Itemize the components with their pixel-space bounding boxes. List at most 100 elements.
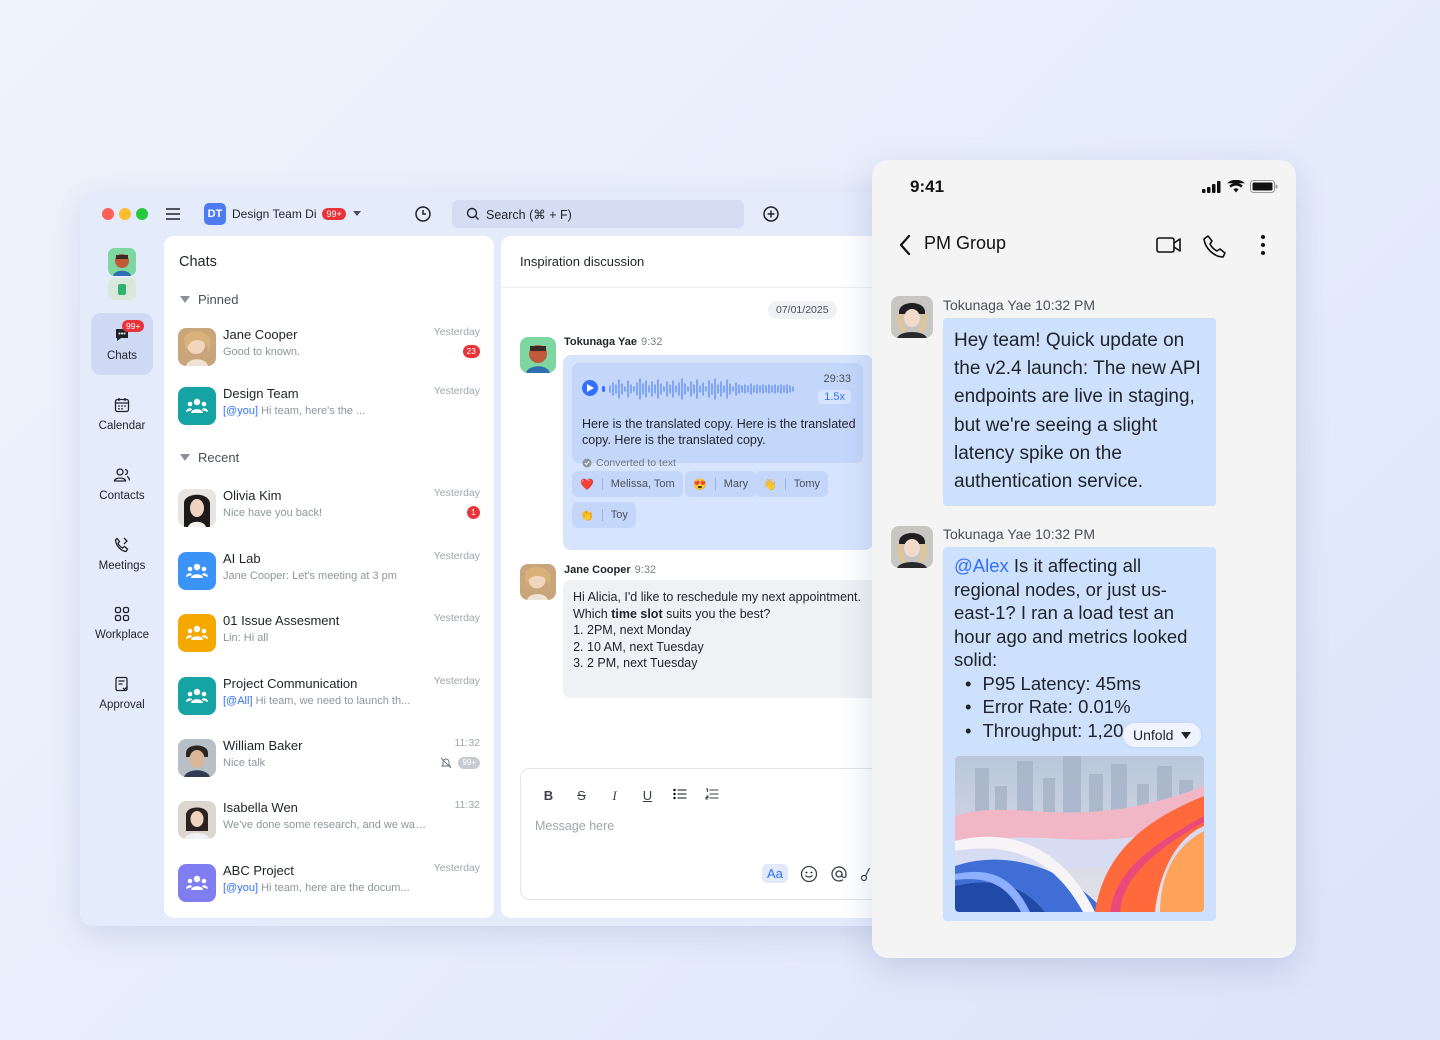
sender-avatar[interactable]	[520, 564, 556, 600]
clap-emoji-icon: 👏	[580, 509, 594, 522]
search-input[interactable]: Search (⌘ + F)	[452, 200, 744, 228]
chat-row-abc-project[interactable]: ABC Project [@you] Hi team, here are the…	[178, 858, 480, 908]
unread-badge: 1	[467, 506, 480, 519]
chat-title: PM Group	[924, 233, 1007, 253]
section-label: Pinned	[198, 292, 239, 307]
chat-row-jane-cooper[interactable]: Jane Cooper Good to known. Yesterday 23	[178, 322, 480, 372]
chats-badge: 99+	[122, 320, 145, 332]
recent-section-toggle[interactable]: Recent	[180, 450, 239, 465]
chat-time: Yesterday	[433, 487, 480, 499]
maximize-window-button[interactable]	[136, 208, 148, 220]
cellular-signal-icon	[1202, 180, 1221, 193]
emoji-icon[interactable]	[800, 865, 818, 883]
workspace-badge: 99+	[322, 208, 346, 220]
chat-row-ai-lab[interactable]: AI Lab Jane Cooper: Let's meeting at 3 p…	[178, 546, 480, 596]
bold-icon[interactable]: B	[541, 788, 556, 804]
nav-meetings[interactable]: Meetings	[91, 523, 153, 585]
chat-row-olivia-kim[interactable]: Olivia Kim Nice have you back! Yesterday…	[178, 483, 480, 533]
numbered-list-icon[interactable]	[705, 788, 719, 800]
nav-approval[interactable]: Approval	[91, 662, 153, 724]
nav-contacts[interactable]: Contacts	[91, 453, 153, 515]
muted-indicator: 99+	[440, 757, 480, 769]
chat-name: AI Lab	[223, 551, 261, 566]
chat-time: 11:32	[454, 737, 481, 749]
underline-icon[interactable]: U	[640, 788, 655, 804]
unfold-button[interactable]: Unfold	[1123, 723, 1202, 747]
chat-row-01-issue-assesment[interactable]: 01 Issue Assesment Lin: Hi all Yesterday	[178, 608, 480, 658]
reaction-heart[interactable]: ❤️ Melissa, Tom	[572, 471, 683, 497]
preview-text: Hi team, here are the docum...	[258, 882, 410, 894]
check-circle-icon	[582, 458, 592, 468]
play-button[interactable]	[582, 380, 598, 396]
status-indicator[interactable]	[108, 278, 136, 300]
heart-emoji-icon: ❤️	[580, 478, 594, 491]
scissors-icon[interactable]	[860, 865, 870, 883]
group-icon	[186, 875, 208, 890]
sender-avatar[interactable]	[891, 526, 933, 568]
nav-label: Workplace	[94, 629, 150, 641]
chat-time: Yesterday	[433, 612, 480, 624]
reaction-wave[interactable]: 👋 Tomy	[755, 471, 828, 497]
message-bubble: Hey team! Quick update on the v2.4 launc…	[943, 318, 1216, 506]
add-icon[interactable]	[762, 205, 780, 223]
phone-call-icon[interactable]	[1202, 234, 1228, 260]
mention-link[interactable]: @Alex	[954, 555, 1009, 576]
message-sender: Tokunaga Yae 10:32 PM	[943, 526, 1095, 542]
mention-icon[interactable]	[830, 865, 848, 883]
italic-icon[interactable]: I	[607, 788, 622, 804]
chat-row-project-communication[interactable]: Project Communication [@All] Hi team, we…	[178, 671, 480, 721]
reaction-names: Mary	[723, 478, 749, 490]
strikethrough-icon[interactable]: S	[574, 788, 589, 804]
back-arrow-icon[interactable]	[898, 234, 912, 256]
chat-preview: Nice talk	[223, 757, 266, 769]
nav-workplace[interactable]: Workplace	[91, 592, 153, 654]
mention-tag: [@All]	[223, 695, 253, 707]
text-format-button[interactable]: Aa	[762, 864, 788, 883]
list-item: P95 Latency: 45ms	[965, 672, 1205, 696]
sender-name: Tokunaga Yae	[943, 526, 1032, 542]
message-editor[interactable]: B S I U Message here Aa	[520, 768, 920, 900]
user-avatar[interactable]	[108, 248, 136, 276]
chat-row-design-team[interactable]: Design Team [@you] Hi team, here's the .…	[178, 381, 480, 431]
unread-badge: 23	[462, 345, 480, 358]
group-icon	[186, 625, 208, 640]
minimize-window-button[interactable]	[119, 208, 131, 220]
editor-actions: Aa	[762, 864, 870, 883]
desktop-window: DT Design Team Di 99+ Search (⌘ + F) 99+…	[80, 192, 940, 926]
more-options-icon[interactable]	[1260, 234, 1266, 256]
playback-speed-button[interactable]: 1.5x	[818, 390, 851, 404]
bullet-list-icon[interactable]	[673, 788, 687, 800]
message-text: Hey team! Quick update on the v2.4 launc…	[954, 330, 1201, 493]
waveform[interactable]	[602, 376, 802, 402]
chat-preview: Nice have you back!	[223, 507, 323, 519]
nav-chats[interactable]: 99+ Chats	[91, 313, 153, 375]
sender-avatar[interactable]	[891, 296, 933, 338]
heart-eyes-emoji-icon: 😍	[693, 478, 707, 491]
chat-name: Olivia Kim	[223, 488, 282, 503]
reaction-clap[interactable]: 👏 Toy	[572, 502, 636, 528]
chat-preview: [@you] Hi team, here are the docum...	[223, 882, 410, 894]
calendar-icon	[114, 398, 130, 413]
nav-label: Meetings	[98, 560, 146, 572]
sender-avatar[interactable]	[520, 337, 556, 373]
muted-count-badge: 99+	[458, 757, 480, 769]
close-window-button[interactable]	[102, 208, 114, 220]
message-bubble: @Alex Is it affecting all regional nodes…	[943, 547, 1216, 921]
chat-preview: Good to known.	[223, 346, 301, 358]
pinned-section-toggle[interactable]: Pinned	[180, 292, 238, 307]
image-attachment[interactable]	[955, 756, 1204, 912]
video-call-icon[interactable]	[1156, 234, 1182, 256]
reaction-heart-eyes[interactable]: 😍 Mary	[685, 471, 757, 497]
group-avatar	[178, 614, 216, 652]
chat-name: Isabella Wen	[223, 800, 298, 815]
chat-row-william-baker[interactable]: William Baker Nice talk 11:32 99+	[178, 733, 480, 783]
chat-row-isabella-wen[interactable]: Isabella Wen We've done some research, a…	[178, 795, 480, 845]
hamburger-menu-icon[interactable]	[164, 205, 182, 223]
chat-time: Yesterday	[433, 326, 480, 338]
workspace-switcher[interactable]: DT Design Team Di 99+	[204, 203, 362, 225]
nav-calendar[interactable]: Calendar	[91, 383, 153, 445]
chat-name: ABC Project	[223, 863, 294, 878]
history-icon[interactable]	[414, 205, 432, 223]
avatar	[178, 739, 216, 777]
chat-list-panel: Chats Pinned Jane Cooper Good to known. …	[164, 236, 494, 918]
